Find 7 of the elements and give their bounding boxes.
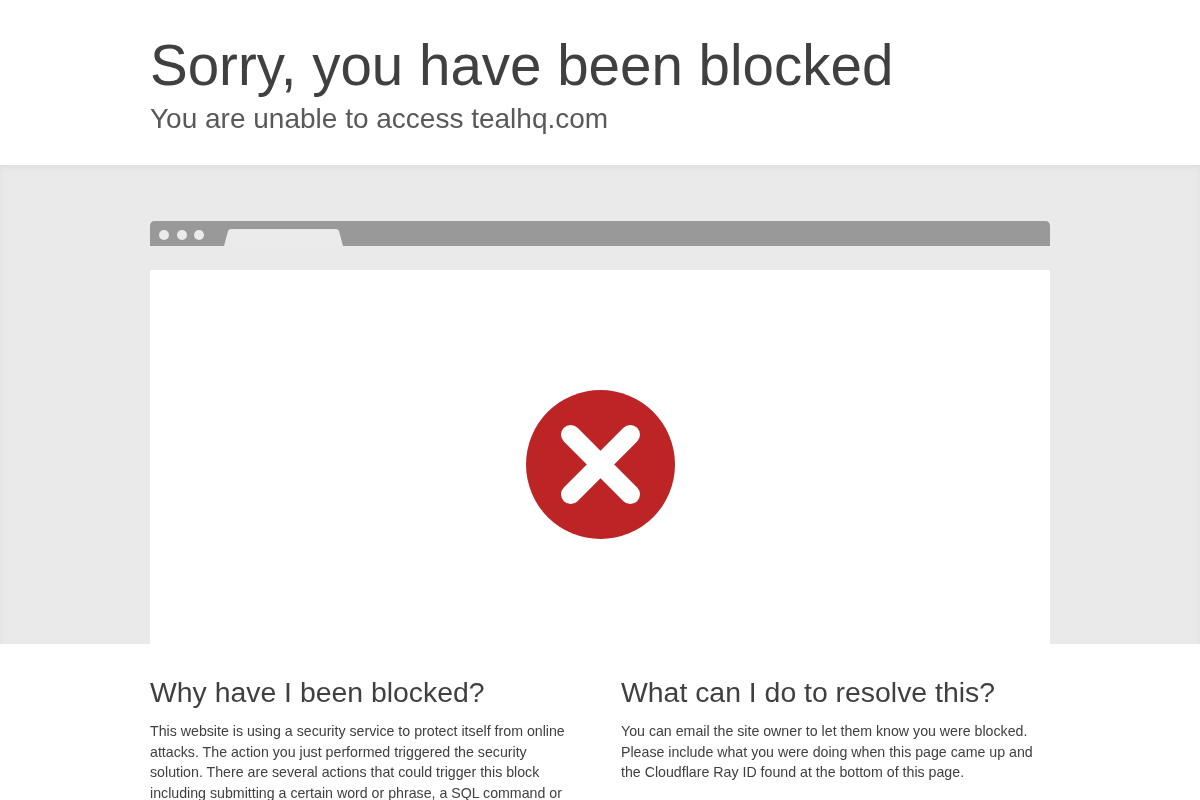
error-x-icon bbox=[525, 389, 675, 539]
page-subtitle: You are unable to access tealhq.com bbox=[150, 102, 609, 136]
section-heading: Why have I been blocked? bbox=[150, 675, 485, 710]
section-paragraph: This website is using a security service to protect itself from online attacks. The action you just performed triggered the security solution. There are several actions that could trigger this block including submitting a certain word or phrase, a SQL command or bbox=[150, 722, 566, 800]
section-paragraph: You can email the site owner to let them know you were blocked. Please include what you were doing when this page came up and the Cloudflare Ray ID found at the bottom of this page. bbox=[621, 722, 1034, 782]
section-heading: What can I do to resolve this? bbox=[621, 675, 995, 710]
page-title: Sorry, you have been blocked bbox=[150, 33, 894, 99]
